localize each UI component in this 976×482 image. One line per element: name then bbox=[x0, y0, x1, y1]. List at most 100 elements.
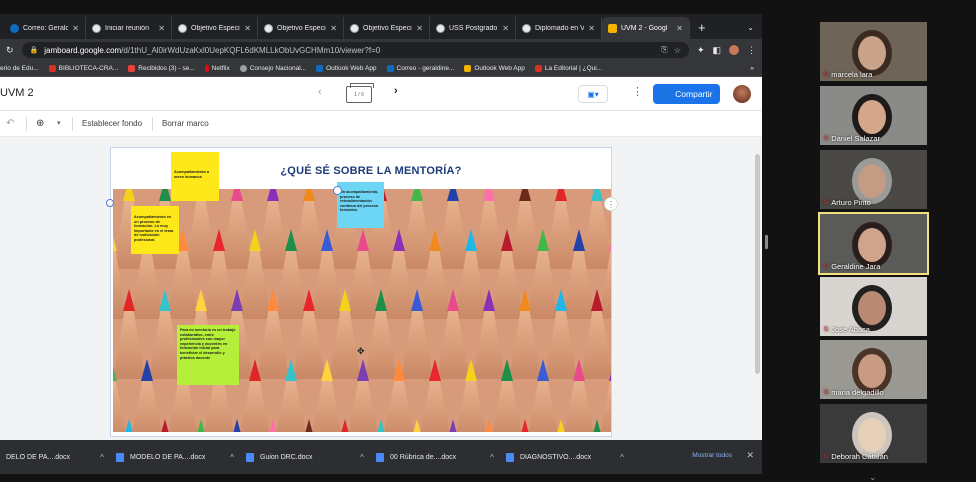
participant-tile[interactable]: ⍉ Daniel Salazar bbox=[820, 86, 927, 145]
tab-favicon-icon bbox=[92, 23, 101, 33]
tab[interactable]: USS Postgrado ✕ bbox=[430, 17, 516, 39]
next-frame-button[interactable]: › bbox=[394, 85, 398, 97]
bookmarks-bar: erio de Edu... BIBLIOTECA-CRA... Recibid… bbox=[0, 61, 762, 77]
profile-icon[interactable] bbox=[729, 45, 739, 55]
url-host: jamboard.google.com bbox=[44, 45, 122, 55]
sticky-note[interactable]: Para mí mentoría es un trabajo colaborat… bbox=[177, 325, 239, 385]
tab-close-icon[interactable]: ✕ bbox=[72, 24, 79, 33]
download-item[interactable]: DELO DE PA....docx ^ bbox=[0, 453, 110, 462]
jam-frame[interactable]: ¿QUÉ SÉ SOBRE LA MENTORÍA? Acompañamient… bbox=[110, 147, 612, 437]
reload-icon[interactable]: ↻ bbox=[6, 45, 14, 56]
undo-icon[interactable]: ↶ bbox=[6, 118, 14, 129]
sidebar-icon[interactable]: ◧ bbox=[712, 45, 721, 56]
frame-bar-button[interactable]: 1 / 6 bbox=[346, 83, 374, 103]
participant-face bbox=[858, 164, 886, 198]
tab-close-icon[interactable]: ✕ bbox=[676, 24, 683, 33]
tab[interactable]: Objetivo Especi ✕ bbox=[258, 17, 344, 39]
word-doc-icon bbox=[246, 452, 254, 462]
tab[interactable]: Objetivo Especi ✕ bbox=[172, 17, 258, 39]
participant-tile[interactable]: ⍉ Arturo Pinto bbox=[820, 150, 927, 209]
participant-name: ⍉ maria delgadillo bbox=[824, 388, 884, 397]
sticky-note[interactable]: Acompañamiento en un proceso de formació… bbox=[131, 206, 179, 254]
tab[interactable]: Diplomado en V ✕ bbox=[516, 17, 602, 39]
selection-handle[interactable] bbox=[333, 186, 342, 195]
tab-close-icon[interactable]: ✕ bbox=[416, 24, 423, 33]
sticky-note[interactable]: Un acompañamiento, proceso de retroalime… bbox=[337, 182, 384, 228]
bookmark-item[interactable]: Consejo Nacional... bbox=[239, 65, 306, 72]
jamboard-header: UVM 2 ‹ 1 / 6 › ▣▾ ⋮ 👤 Compartir bbox=[0, 77, 762, 111]
participant-tile[interactable]: ⍉ Deborah Catalán bbox=[820, 404, 927, 463]
tab-close-icon[interactable]: ✕ bbox=[502, 24, 509, 33]
outlook-icon bbox=[464, 65, 472, 72]
download-item[interactable]: Guion DRC.docx ^ bbox=[240, 452, 370, 462]
netflix-icon bbox=[204, 65, 209, 72]
mic-off-icon: ⍉ bbox=[824, 262, 829, 270]
more-options-icon[interactable]: ⋮ bbox=[632, 85, 643, 98]
download-menu-icon[interactable]: ^ bbox=[490, 453, 494, 462]
tab-close-icon[interactable]: ✕ bbox=[244, 24, 251, 33]
bookmark-item[interactable]: erio de Edu... bbox=[0, 65, 39, 72]
new-tab-button[interactable]: + bbox=[690, 17, 714, 39]
participant-name-label: Jose Abaca bbox=[831, 325, 870, 334]
download-item[interactable]: MODELO DE PA....docx ^ bbox=[110, 452, 240, 462]
person-icon: 👤 bbox=[660, 88, 672, 99]
tab-favicon-icon bbox=[264, 23, 273, 33]
tab-active[interactable]: UVM 2 - Googl ✕ bbox=[602, 17, 690, 39]
share-button[interactable]: 👤 Compartir bbox=[653, 84, 720, 104]
previous-frame-button[interactable]: ‹ bbox=[318, 86, 322, 98]
url-field[interactable]: 🔒 jamboard.google.com/d/1thU_Al0irWdUzaK… bbox=[21, 42, 689, 58]
install-icon[interactable]: ⎘ bbox=[661, 45, 667, 55]
tab-close-icon[interactable]: ✕ bbox=[330, 24, 337, 33]
zoom-icon[interactable]: ⊕ bbox=[36, 118, 44, 129]
clear-frame-button[interactable]: Borrar marco bbox=[162, 119, 209, 128]
browser-menu-icon[interactable]: ⋮ bbox=[747, 45, 756, 56]
download-menu-icon[interactable]: ^ bbox=[100, 453, 104, 462]
bookmark-item[interactable]: Outlook Web App bbox=[464, 65, 525, 72]
chevron-down-icon[interactable]: ⌄ bbox=[869, 472, 877, 482]
present-button[interactable]: ▣▾ bbox=[578, 85, 608, 103]
panel-resize-handle[interactable] bbox=[765, 235, 768, 249]
bookmark-item[interactable]: Outlook Web App bbox=[316, 65, 377, 72]
participant-tile[interactable]: ⍉ Jose Abaca bbox=[820, 277, 927, 336]
close-downloads-icon[interactable]: ✕ bbox=[746, 450, 754, 461]
jam-title[interactable]: UVM 2 bbox=[0, 87, 34, 99]
item-options-icon[interactable]: ⋮ bbox=[604, 197, 618, 211]
mic-off-icon: ⍉ bbox=[824, 198, 829, 206]
participant-name-label: Daniel Salazar bbox=[831, 134, 880, 143]
tab-close-icon[interactable]: ✕ bbox=[158, 24, 165, 33]
bookmark-star-icon[interactable]: ☆ bbox=[674, 46, 681, 55]
sticky-note-text: Acompañamiento en un proceso de formació… bbox=[134, 215, 174, 242]
bookmark-item[interactable]: Recibidos (3) - se... bbox=[128, 65, 195, 72]
bookmark-item[interactable]: Netflix bbox=[204, 65, 230, 72]
selection-rotate-handle[interactable] bbox=[106, 199, 114, 207]
tab[interactable]: Correo: Geraldi ✕ bbox=[4, 17, 86, 39]
extensions-icon[interactable]: ✦ bbox=[697, 45, 705, 56]
account-avatar[interactable] bbox=[733, 85, 751, 103]
tab-close-icon[interactable]: ✕ bbox=[588, 24, 595, 33]
zoom-dropdown-icon[interactable]: ▾ bbox=[57, 119, 61, 127]
tab[interactable]: Objetivo Especi ✕ bbox=[344, 17, 430, 39]
participant-name: ⍉ Geraldine Jara bbox=[824, 262, 880, 271]
tab[interactable]: Iniciar reunión ✕ bbox=[86, 17, 172, 39]
participant-tile[interactable]: ⍉ marcela lara bbox=[820, 22, 927, 81]
screen: Correo: Geraldi ✕ Iniciar reunión ✕ Obje… bbox=[0, 0, 976, 482]
bookmark-item[interactable]: La Editorial | ¿Qui... bbox=[534, 65, 602, 72]
mic-off-icon: ⍉ bbox=[824, 452, 829, 460]
bookmark-item[interactable]: BIBLIOTECA-CRA... bbox=[48, 65, 118, 72]
participant-tile[interactable]: ⍉ Geraldine Jara bbox=[818, 212, 929, 275]
tab-favicon-icon bbox=[436, 23, 445, 33]
tab-search-button[interactable]: ⌄ bbox=[739, 17, 762, 39]
download-item[interactable]: DIAGNOSTIVO....docx ^ bbox=[500, 452, 630, 462]
bookmark-item[interactable]: Correo - geraldine... bbox=[386, 65, 454, 72]
sticky-note[interactable]: Acompañamiento a seres humanos bbox=[171, 152, 219, 201]
set-background-button[interactable]: Establecer fondo bbox=[82, 119, 142, 128]
download-item[interactable]: 00 Rúbrica de....docx ^ bbox=[370, 452, 500, 462]
bookmarks-overflow-button[interactable]: » bbox=[750, 65, 762, 72]
download-menu-icon[interactable]: ^ bbox=[620, 453, 624, 462]
download-menu-icon[interactable]: ^ bbox=[360, 453, 364, 462]
canvas-scrollbar[interactable] bbox=[755, 154, 760, 374]
participant-tile[interactable]: ⍉ maria delgadillo bbox=[820, 340, 927, 399]
participant-name: ⍉ Daniel Salazar bbox=[824, 134, 880, 143]
download-menu-icon[interactable]: ^ bbox=[230, 453, 234, 462]
show-all-downloads-link[interactable]: Mostrar todos bbox=[692, 452, 732, 459]
